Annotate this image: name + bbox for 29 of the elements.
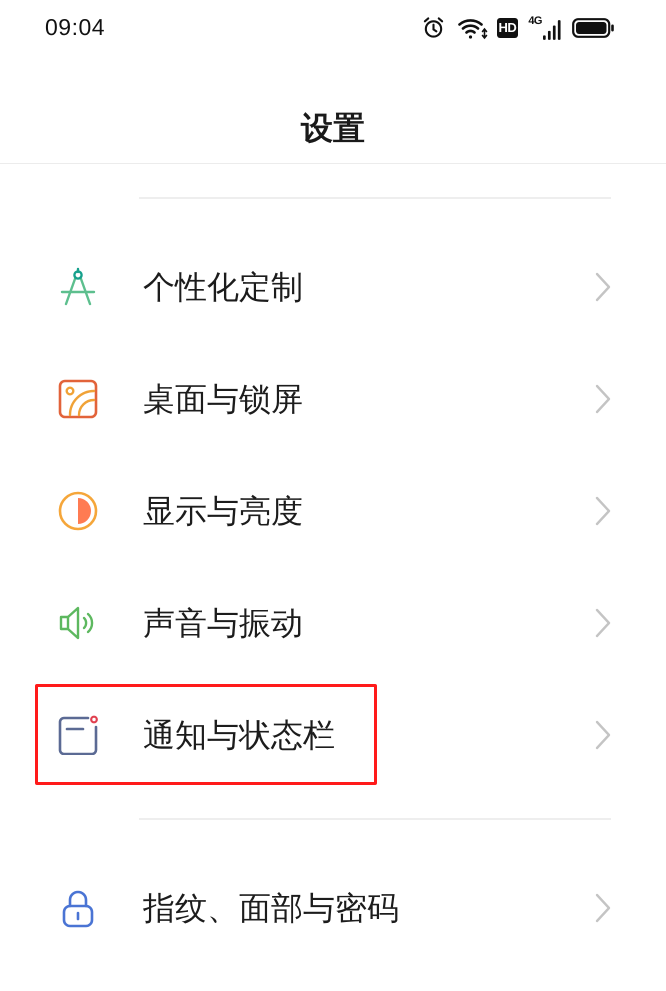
settings-item[interactable]: 显示与亮度 (0, 455, 666, 567)
settings-item-label: 桌面与锁屏 (143, 380, 304, 419)
hd-badge: HD (496, 18, 518, 38)
settings-item-label: 指纹、面部与密码 (143, 889, 400, 928)
notification-panel-icon (58, 715, 98, 755)
picture-frame-icon (58, 379, 98, 419)
chevron-right-icon (595, 720, 611, 750)
chevron-right-icon (595, 272, 611, 302)
settings-item[interactable]: 声音与振动 (0, 567, 666, 679)
settings-item[interactable]: 个性化定制 (0, 231, 666, 343)
signal-icon (543, 20, 561, 40)
battery-icon (572, 18, 614, 38)
chevron-right-icon (595, 384, 611, 414)
settings-item-label: 显示与亮度 (143, 492, 304, 531)
settings-item[interactable]: 指纹、面部与密码 (0, 852, 666, 964)
chevron-right-icon (595, 893, 611, 923)
status-time: 09:04 (45, 13, 106, 42)
settings-item-label: 声音与振动 (143, 604, 304, 643)
drafting-compass-icon (58, 267, 98, 307)
page-title: 设置 (301, 109, 365, 148)
settings-item[interactable]: 通知与状态栏 (0, 679, 666, 791)
settings-item[interactable]: 桌面与锁屏 (0, 343, 666, 455)
settings-item-label: 通知与状态栏 (143, 716, 336, 755)
network-type-label: 4G (528, 16, 542, 27)
half-circle-icon (58, 491, 98, 531)
chevron-right-icon (595, 496, 611, 526)
chevron-right-icon (595, 608, 611, 638)
alarm-clock-icon (422, 16, 445, 40)
settings-item-label: 个性化定制 (143, 268, 304, 307)
